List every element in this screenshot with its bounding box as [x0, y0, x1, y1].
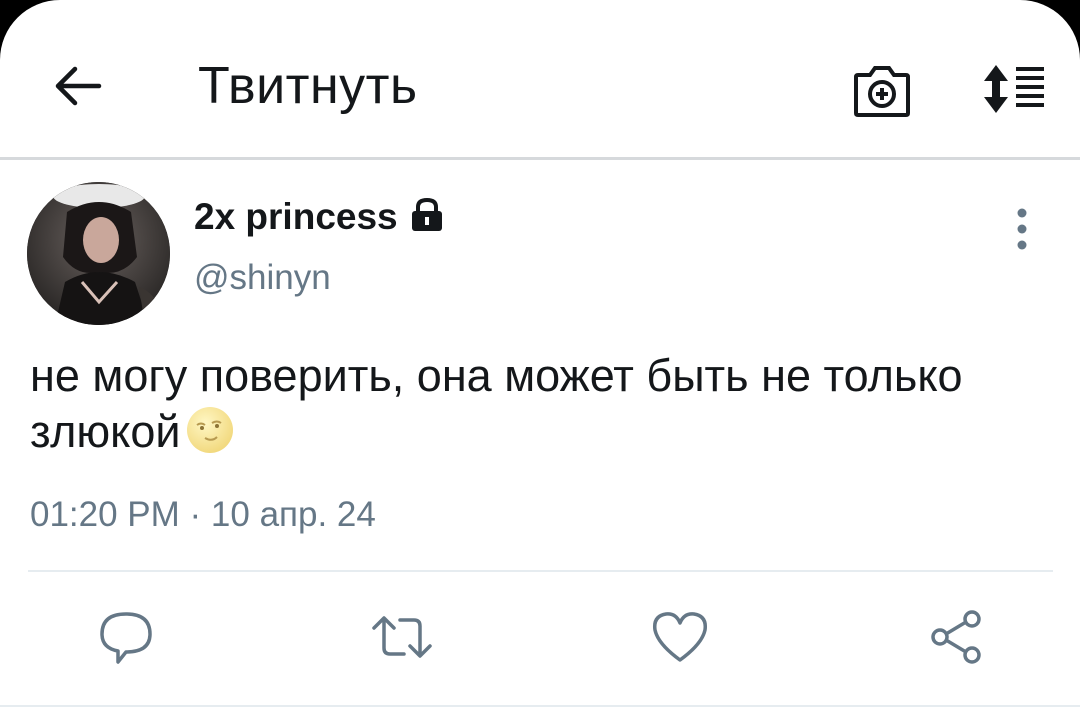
retweet-icon [372, 616, 432, 658]
tweet-timestamp: 01:20 PM · 10 апр. 24 [30, 495, 376, 534]
retweet-button[interactable] [370, 608, 432, 666]
share-button[interactable] [928, 608, 988, 666]
tweet-screen: Твитнуть 2x princess @shinyn не могу пов… [0, 0, 1080, 718]
actions-divider [28, 570, 1053, 572]
like-icon [652, 612, 708, 662]
page-title: Твитнуть [198, 57, 418, 115]
sort-list-icon [984, 65, 1044, 113]
display-name-row: 2x princess [194, 196, 446, 238]
display-name[interactable]: 2x princess [194, 196, 398, 238]
back-arrow-icon [55, 66, 102, 106]
tweet-text: не могу поверить, она может быть не толь… [30, 348, 1050, 460]
tweet-body: не могу поверить, она может быть не толь… [30, 350, 963, 457]
camera-add-button[interactable] [852, 63, 912, 119]
back-button[interactable] [50, 58, 106, 114]
lock-icon [411, 197, 442, 231]
moon-face-emoji [186, 407, 233, 453]
avatar[interactable] [27, 182, 170, 325]
more-options-button[interactable] [1004, 205, 1040, 255]
reply-icon [100, 612, 152, 664]
camera-add-icon [854, 66, 910, 117]
reply-button[interactable] [96, 608, 156, 666]
like-button[interactable] [650, 608, 710, 666]
more-vertical-icon [1017, 208, 1027, 250]
user-handle[interactable]: @shinyn [194, 258, 331, 298]
app-header: Твитнуть [0, 8, 1080, 158]
bottom-divider [0, 705, 1080, 707]
sort-button[interactable] [980, 61, 1050, 117]
share-icon [931, 610, 981, 664]
header-divider [0, 157, 1080, 160]
